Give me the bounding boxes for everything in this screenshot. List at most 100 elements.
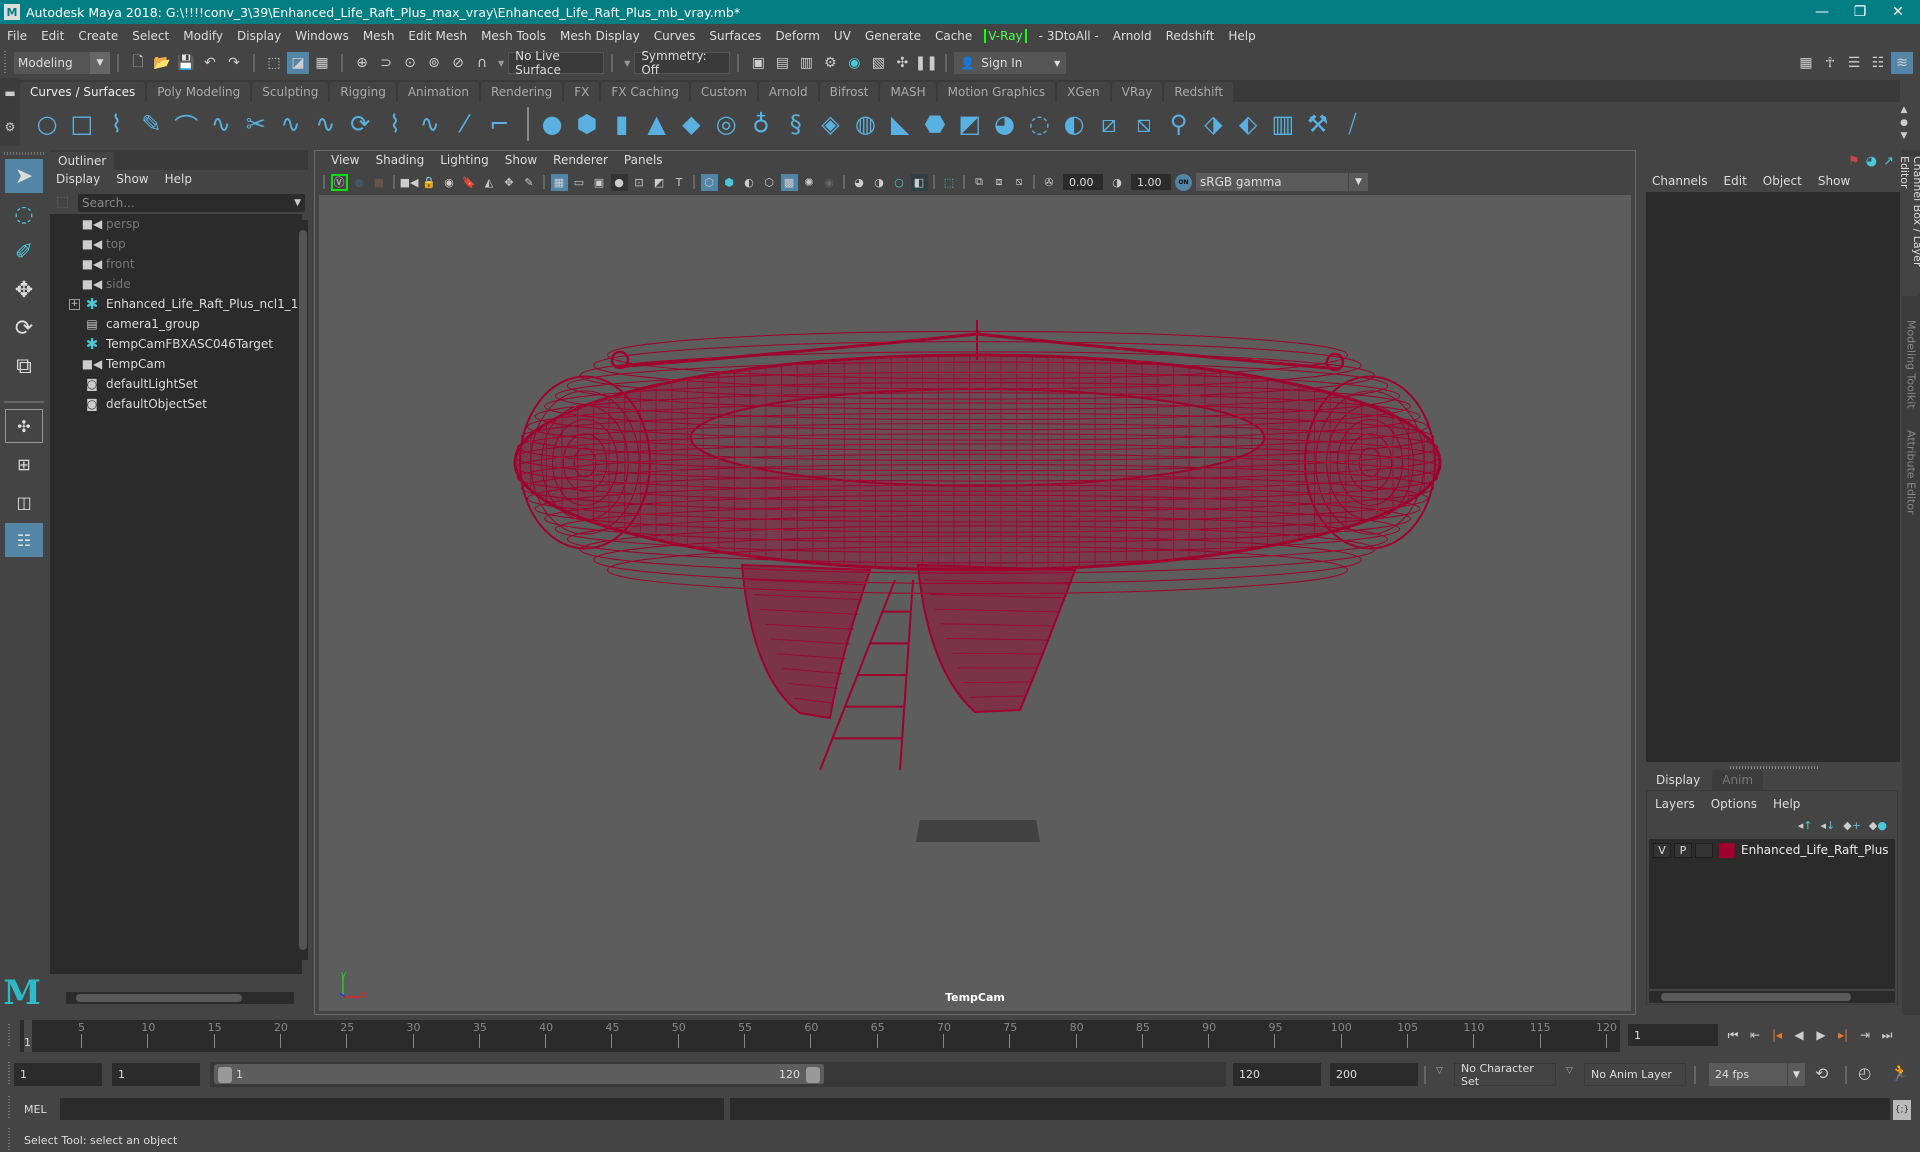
manipulator-icon[interactable]: ⚑	[1848, 154, 1860, 169]
channel-box-menu-channels[interactable]: Channels	[1652, 174, 1708, 188]
revolve-icon[interactable]: ♁	[746, 107, 776, 141]
extend-curve-icon[interactable]: ∿	[310, 107, 340, 141]
loft-icon[interactable]: §	[781, 107, 811, 141]
gamma-field[interactable]: 1.00	[1131, 174, 1171, 190]
menu-modify[interactable]: Modify	[176, 29, 230, 43]
move-layer-down-icon[interactable]: ◂↓	[1820, 819, 1835, 832]
layer-row[interactable]: V P Enhanced_Life_Raft_Plus	[1649, 839, 1895, 861]
default-material-icon[interactable]: ◐	[741, 174, 758, 191]
rotate-tool-icon[interactable]: ⟳	[5, 311, 43, 345]
layer-menu-layers[interactable]: Layers	[1655, 797, 1695, 811]
chevron-down-icon[interactable]: ▼	[498, 59, 504, 68]
grid-icon[interactable]: ▦	[550, 173, 568, 191]
channel-box-menu-edit[interactable]: Edit	[1724, 174, 1747, 188]
shelf-tab-fx-caching[interactable]: FX Caching	[601, 82, 689, 102]
shelf-tab-rigging[interactable]: Rigging	[330, 82, 396, 102]
move-layer-up-icon[interactable]: ◂↑	[1798, 819, 1813, 832]
shelf-tab-animation[interactable]: Animation	[397, 82, 479, 102]
range-start-handle[interactable]	[218, 1067, 232, 1083]
layer-display-type-toggle[interactable]	[1695, 842, 1713, 858]
outliner-search-input[interactable]: Search... ▼	[78, 194, 305, 212]
grease-pencil-icon[interactable]: ✎	[521, 174, 538, 191]
outliner-menu-show[interactable]: Show	[116, 172, 148, 186]
single-perspective-layout-icon[interactable]: ✣	[5, 409, 43, 443]
sphere-icon[interactable]: ●	[351, 174, 368, 191]
color-management-toggle[interactable]: ON	[1175, 173, 1192, 191]
drag-handle[interactable]	[4, 51, 10, 75]
scroll-thumb[interactable]	[1661, 993, 1851, 1001]
redo-icon[interactable]: ↷	[223, 52, 245, 74]
gear-icon[interactable]: ⚙	[0, 120, 20, 134]
attach-curves-icon[interactable]: ∿	[206, 107, 236, 141]
menu-edit[interactable]: Edit	[34, 29, 71, 43]
trim-tool-icon[interactable]: ◐	[1059, 107, 1089, 141]
drag-handle[interactable]	[8, 1024, 14, 1048]
two-view-layout-icon[interactable]: ◫	[5, 485, 43, 519]
select-hierarchy-icon[interactable]: ⬚	[263, 52, 285, 74]
step-forward-key-icon[interactable]: ▸|	[1834, 1024, 1852, 1046]
curve-editing-icon[interactable]: ⁄	[450, 107, 480, 141]
bezier-curve-icon[interactable]: ⌐	[484, 107, 514, 141]
motion-blur-icon[interactable]: ◑	[871, 174, 888, 191]
shelf-tab-fx[interactable]: FX	[564, 82, 600, 102]
playback-start-field[interactable]: 1	[112, 1063, 200, 1086]
four-view-layout-icon[interactable]: ⊞	[5, 447, 43, 481]
lock-camera-icon[interactable]: 🔒	[421, 174, 438, 191]
extend-surface-icon[interactable]: ⬗	[1198, 107, 1228, 141]
surface-editing-icon[interactable]: ⧸	[1337, 107, 1367, 141]
menu-3dtoall[interactable]: - 3DtoAll -	[1032, 29, 1106, 43]
new-scene-icon[interactable]: 🗋	[127, 52, 149, 74]
nurbs-cone-icon[interactable]: ▲	[642, 107, 672, 141]
layer-color-swatch[interactable]	[1719, 842, 1735, 858]
scroll-thumb[interactable]	[299, 230, 307, 950]
nurbs-plane-icon[interactable]: ◆	[676, 107, 706, 141]
gamma-icon[interactable]: ◑	[1109, 174, 1126, 191]
menu-cache[interactable]: Cache	[928, 29, 979, 43]
panel-resize-handle[interactable]	[1730, 766, 1820, 769]
viewport-menu-view[interactable]: View	[323, 153, 367, 167]
gate-mask-icon[interactable]: ●	[610, 173, 628, 191]
shelf-tab-custom[interactable]: Custom	[690, 82, 757, 102]
select-object-icon[interactable]: ◪	[287, 52, 309, 74]
outliner-item-tempcam-target[interactable]: ✱ TempCamFBXASC046Target	[50, 334, 302, 354]
modeling-toolkit-icon[interactable]: ▦	[1795, 52, 1817, 74]
menu-display[interactable]: Display	[230, 29, 288, 43]
layer-visibility-toggle[interactable]: V	[1653, 842, 1671, 858]
snap-curve-icon[interactable]: ⊃	[375, 52, 397, 74]
menu-arnold[interactable]: Arnold	[1106, 29, 1159, 43]
isolate-select-icon[interactable]: ⬚	[941, 174, 958, 191]
step-forward-frame-icon[interactable]: ⇥	[1856, 1024, 1874, 1046]
outliner-vertical-scrollbar[interactable]	[298, 220, 308, 960]
vray-icon[interactable]: Ⓥ	[330, 173, 348, 191]
expand-icon[interactable]: +	[69, 298, 80, 310]
menu-edit-mesh[interactable]: Edit Mesh	[401, 29, 474, 43]
move-tool-icon[interactable]: ✥	[5, 273, 43, 307]
outliner-layout-icon[interactable]: ☷	[5, 523, 43, 557]
nurbs-cylinder-icon[interactable]: ▮	[607, 107, 637, 141]
outliner-horizontal-scrollbar[interactable]	[66, 992, 294, 1004]
xray-icon[interactable]: ▩	[780, 173, 798, 191]
playback-end-field[interactable]: 120	[1233, 1063, 1321, 1086]
select-camera-icon[interactable]: ■◀	[400, 174, 419, 191]
outliner-item-enhanced-life-raft[interactable]: + ✱ Enhanced_Life_Raft_Plus_ncl1_1	[50, 294, 302, 314]
outliner-item-tempcam[interactable]: ■◀ TempCam	[50, 354, 302, 374]
menu-select[interactable]: Select	[125, 29, 176, 43]
side-tab-attribute-editor[interactable]: Attribute Editor	[1902, 424, 1920, 520]
outliner-item-front[interactable]: ■◀ front	[50, 254, 302, 274]
new-layer-selected-icon[interactable]: ◆●	[1869, 819, 1887, 832]
live-surface-field[interactable]: No Live Surface	[508, 49, 605, 77]
hyper-icon[interactable]: ↗	[1883, 154, 1894, 169]
viewport-menu-panels[interactable]: Panels	[616, 153, 671, 167]
command-input[interactable]	[60, 1098, 724, 1120]
pencil-curve-icon[interactable]: ✎	[136, 107, 166, 141]
select-component-icon[interactable]: ▦	[311, 52, 333, 74]
outliner-menu-help[interactable]: Help	[165, 172, 192, 186]
auto-key-icon[interactable]: ◴	[1858, 1064, 1871, 1082]
select-tool-icon[interactable]: ➤	[5, 159, 43, 193]
attribute-editor-icon[interactable]: ☰	[1843, 52, 1865, 74]
time-ruler[interactable]: 1 5 10 15 20 25 30 35 40 45 50 55 60 65 70 75 80 85 90 95 1…	[20, 1020, 1620, 1052]
nurbs-sphere-icon[interactable]: ●	[537, 107, 567, 141]
menu-surfaces[interactable]: Surfaces	[702, 29, 768, 43]
play-forwards-icon[interactable]: ▶	[1812, 1024, 1830, 1046]
outliner-item-default-light-set[interactable]: ◙ defaultLightSet	[50, 374, 302, 394]
